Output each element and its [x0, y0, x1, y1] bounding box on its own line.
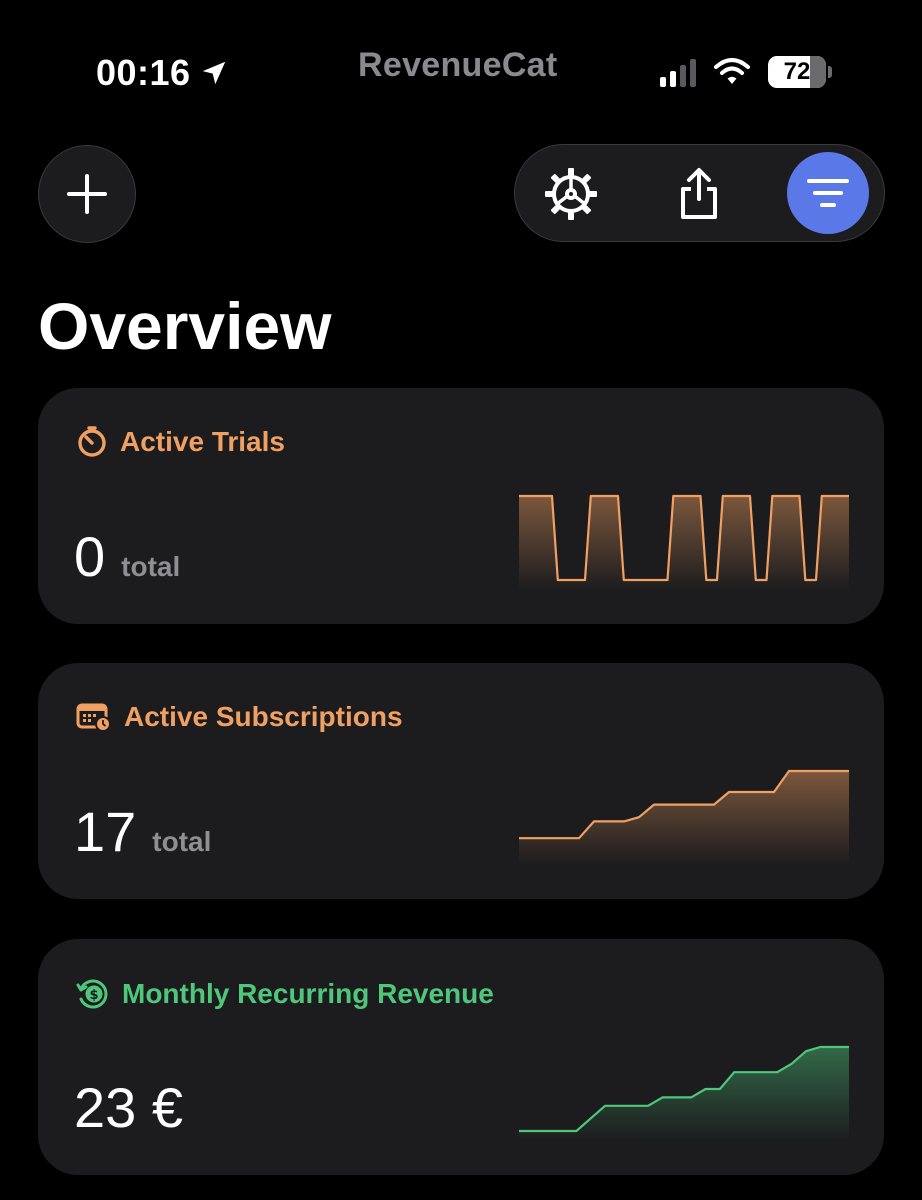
active-trials-card[interactable]: Active Trials 0 total: [38, 388, 884, 624]
sparkline-area: [519, 1047, 849, 1141]
mrr-sparkline: [519, 1045, 849, 1141]
page-title: Overview: [38, 289, 332, 363]
share-icon: [681, 168, 717, 219]
card-title: Active Trials: [120, 426, 285, 457]
brand-logo: RevenueCat: [358, 46, 558, 84]
battery-percent: 72: [783, 58, 811, 85]
plus-icon: [67, 174, 107, 214]
card-title: Monthly Recurring Revenue: [122, 978, 494, 1009]
filter-icon: [807, 179, 849, 207]
wifi-icon: [714, 58, 750, 84]
metric-value: 23 €: [74, 1076, 183, 1139]
status-indicators: 72: [660, 56, 832, 88]
timer-icon: [78, 426, 106, 457]
metric-unit: total: [152, 826, 212, 857]
subscriptions-sparkline: [519, 769, 849, 865]
add-button[interactable]: [38, 145, 136, 243]
card-header: Active Subscriptions: [76, 701, 403, 733]
card-metric: 23 €: [74, 1075, 199, 1140]
sparkline-area: [519, 771, 849, 865]
location-arrow-icon: [202, 61, 225, 85]
svg-text:$: $: [89, 988, 98, 1003]
battery-icon: 72: [768, 56, 826, 88]
card-title: Active Subscriptions: [124, 701, 403, 732]
card-header: Active Trials: [76, 426, 285, 458]
card-metric: 17 total: [74, 799, 211, 864]
mrr-card[interactable]: $ Monthly Recurring Revenue 23 €: [38, 939, 884, 1175]
dollar-cycle-icon: $: [76, 979, 108, 1009]
card-metric: 0 total: [74, 524, 180, 589]
battery-cap: [828, 66, 832, 78]
active-subscriptions-card[interactable]: Active Subscriptions 17 total: [38, 663, 884, 899]
metric-value: 0: [74, 525, 106, 588]
filter-button[interactable]: [787, 152, 869, 234]
toolbar-group: [514, 144, 885, 242]
cellular-signal-icon: [660, 57, 696, 87]
metric-value: 17: [74, 800, 137, 863]
card-header: $ Monthly Recurring Revenue: [76, 977, 494, 1011]
status-time: 00:16: [96, 52, 229, 94]
settings-button[interactable]: [532, 155, 610, 233]
metric-unit: total: [121, 551, 181, 582]
clock-text: 00:16: [96, 52, 191, 93]
gear-icon: [545, 168, 597, 220]
share-button[interactable]: [660, 155, 738, 233]
calendar-icon: [76, 703, 111, 732]
trials-sparkline: [519, 494, 849, 590]
